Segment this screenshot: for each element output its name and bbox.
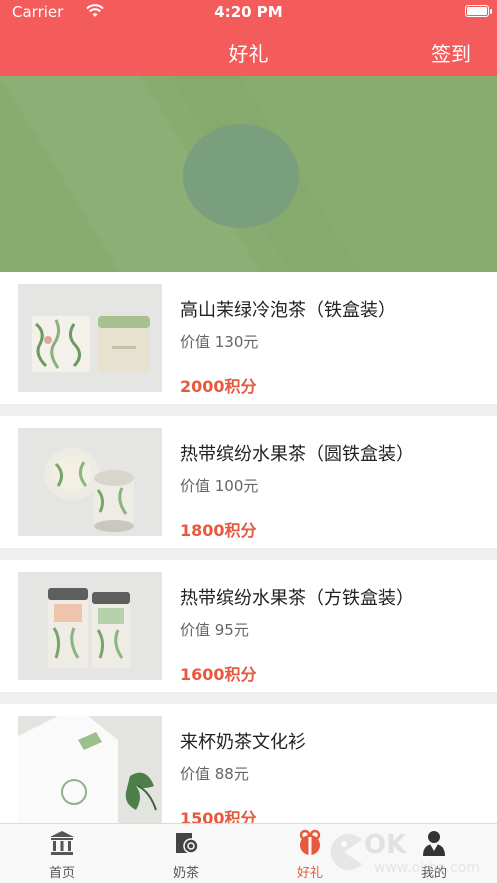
- tshirt-illustration: [18, 716, 162, 824]
- product-card[interactable]: 来杯奶茶文化衫 价值 88元 1500积分: [0, 704, 497, 836]
- tab-home[interactable]: 首页: [0, 824, 124, 883]
- pacman-logo-icon: [330, 834, 362, 870]
- tab-milk-tea[interactable]: 奶茶: [124, 824, 248, 883]
- product-image: [18, 428, 162, 536]
- status-time: 4:20 PM: [214, 3, 283, 21]
- round-tin-illustration: [18, 428, 162, 536]
- tin-box-illustration: [18, 284, 162, 392]
- page-title: 好礼: [228, 42, 269, 66]
- product-points: 1800积分: [180, 521, 257, 540]
- tea-cup-icon: [176, 833, 199, 854]
- product-image: [18, 716, 162, 824]
- product-name: 高山茉绿冷泡茶（铁盒装）: [180, 300, 396, 321]
- nav-bar: 好礼 签到: [0, 24, 497, 76]
- product-points: 2000积分: [180, 377, 257, 396]
- gift-screen: Carrier 4:20 PM 好礼 签到 高山茉绿冷泡茶（铁盒装） 价值 13…: [0, 0, 497, 883]
- battery-icon: [465, 5, 489, 17]
- product-value: 价值 88元: [180, 765, 249, 783]
- product-card[interactable]: 高山茉绿冷泡茶（铁盒装） 价值 130元 2000积分: [0, 272, 497, 404]
- product-image: [18, 572, 162, 680]
- bank-icon: [50, 831, 74, 855]
- watermark-url: www.okba.com: [374, 860, 481, 876]
- banner-circle: [183, 124, 299, 228]
- tab-label: 奶茶: [172, 866, 199, 881]
- status-bar: Carrier 4:20 PM: [0, 0, 497, 24]
- battery-tip: [490, 9, 492, 14]
- product-card[interactable]: 热带缤纷水果茶（圆铁盒装） 价值 100元 1800积分: [0, 416, 497, 548]
- watermark: OK www.okba.com: [318, 826, 497, 883]
- watermark-text: OK: [364, 830, 407, 860]
- product-name: 来杯奶茶文化衫: [180, 732, 306, 753]
- product-value: 价值 130元: [180, 333, 259, 351]
- product-image: [18, 284, 162, 392]
- square-tin-illustration: [18, 572, 162, 680]
- product-points: 1600积分: [180, 665, 257, 684]
- product-value: 价值 95元: [180, 621, 249, 639]
- banner-image[interactable]: [0, 76, 497, 272]
- sign-in-button[interactable]: 签到: [431, 38, 471, 67]
- product-value: 价值 100元: [180, 477, 259, 495]
- product-card[interactable]: 热带缤纷水果茶（方铁盒装） 价值 95元 1600积分: [0, 560, 497, 692]
- product-name: 热带缤纷水果茶（圆铁盒装）: [180, 444, 414, 465]
- tab-label: 首页: [48, 866, 75, 881]
- product-name: 热带缤纷水果茶（方铁盒装）: [180, 588, 414, 609]
